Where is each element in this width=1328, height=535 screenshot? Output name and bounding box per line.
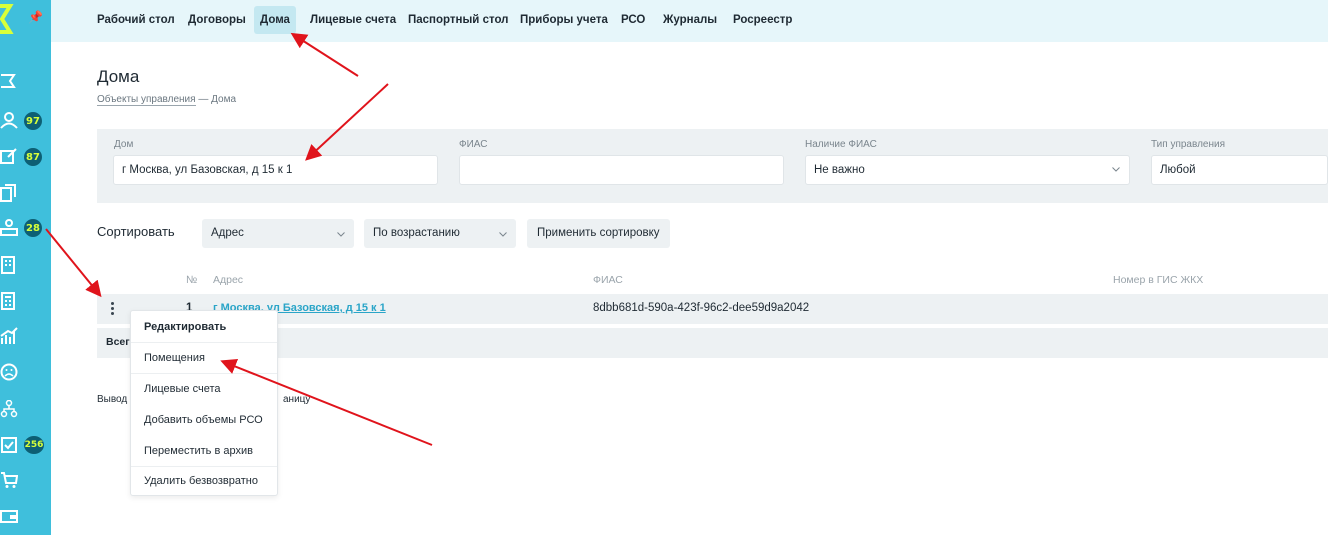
- sidebar-item-chart[interactable]: [0, 327, 20, 349]
- page-title: Дома: [97, 67, 140, 86]
- chevron-down-icon: [499, 232, 507, 237]
- chevron-down-icon: [337, 232, 345, 237]
- fias-presence-select[interactable]: Не важно: [805, 155, 1130, 185]
- flag-icon: [1, 74, 16, 88]
- building-icon: [1, 256, 15, 274]
- output-label-end: аницу: [283, 394, 311, 405]
- menu-item-premises[interactable]: Помещения: [144, 352, 205, 364]
- sidebar-item-cart[interactable]: [0, 471, 20, 493]
- sort-label: Сортировать: [97, 224, 175, 239]
- tasks-icon: [1, 437, 17, 453]
- badge-users: 97: [22, 110, 44, 132]
- menu-divider: [131, 342, 277, 343]
- sort-order-value: По возрастанию: [373, 227, 460, 239]
- pin-icon[interactable]: 📌: [28, 10, 43, 24]
- sad-face-icon: [0, 363, 18, 381]
- fias-filter-label: ФИАС: [459, 139, 488, 150]
- column-header-number[interactable]: №: [186, 274, 197, 286]
- sidebar-item-wallet[interactable]: [0, 507, 20, 529]
- sort-field-value: Адрес: [211, 227, 244, 239]
- table-total-row: [97, 328, 1328, 358]
- badge-person-desk: 28: [22, 217, 44, 239]
- breadcrumb: Объекты управления — Дома: [97, 94, 237, 106]
- logo-icon: [0, 4, 14, 34]
- nav-item-rso[interactable]: РСО: [615, 6, 651, 34]
- sidebar-item-tasks[interactable]: [0, 435, 20, 457]
- calculator-icon: [1, 292, 15, 310]
- badge-tasks: 256: [22, 434, 46, 456]
- sort-order-select[interactable]: По возрастанию: [364, 219, 516, 248]
- cart-icon: [1, 472, 18, 488]
- fias-filter-input[interactable]: [459, 155, 784, 185]
- sidebar-item-calculator[interactable]: [0, 292, 20, 314]
- house-filter-label: Дом: [114, 139, 134, 150]
- breadcrumb-current: Дома: [211, 94, 237, 105]
- sidebar: 📌 97 87 28 256: [0, 0, 51, 535]
- column-header-gis[interactable]: Номер в ГИС ЖКХ: [1113, 274, 1203, 286]
- fias-presence-value: Не важно: [814, 164, 865, 176]
- row-actions-icon[interactable]: [110, 302, 116, 316]
- menu-item-accounts[interactable]: Лицевые счета: [144, 383, 220, 395]
- hierarchy-icon: [0, 400, 18, 418]
- documents-icon: [0, 184, 16, 202]
- menu-item-delete[interactable]: Удалить безвозвратно: [144, 475, 258, 487]
- sidebar-item-person-desk[interactable]: [0, 219, 20, 241]
- house-filter-input[interactable]: г Москва, ул Базовская, д 15 к 1: [113, 155, 438, 185]
- users-icon: [0, 112, 18, 129]
- nav-item-journals[interactable]: Журналы: [657, 6, 723, 34]
- column-header-address[interactable]: Адрес: [213, 274, 243, 286]
- arrow-to-row-actions: [45, 228, 102, 298]
- nav-item-accounts[interactable]: Лицевые счета: [304, 6, 402, 34]
- breadcrumb-separator: —: [198, 94, 209, 105]
- sidebar-item-documents[interactable]: [0, 184, 20, 206]
- sidebar-item-flag[interactable]: [0, 73, 20, 95]
- sidebar-item-building[interactable]: [0, 256, 20, 278]
- wallet-icon: [0, 510, 18, 523]
- nav-item-rosreestr[interactable]: Росреестр: [727, 6, 798, 34]
- person-desk-icon: [0, 219, 18, 236]
- apply-sort-button[interactable]: Применить сортировку: [527, 219, 670, 248]
- edit-icon: [0, 148, 17, 164]
- nav-item-contracts[interactable]: Договоры: [182, 6, 252, 34]
- menu-item-archive[interactable]: Переместить в архив: [144, 445, 253, 457]
- nav-item-passport-office[interactable]: Паспортный стол: [402, 6, 515, 34]
- nav-item-houses[interactable]: Дома: [254, 6, 296, 34]
- nav-item-desktop[interactable]: Рабочий стол: [91, 6, 181, 34]
- menu-item-edit[interactable]: Редактировать: [144, 321, 226, 333]
- sidebar-item-edit[interactable]: [0, 147, 20, 169]
- sidebar-item-hierarchy[interactable]: [0, 400, 20, 422]
- chevron-down-icon: [1112, 167, 1120, 172]
- output-label: Вывод: [97, 394, 128, 405]
- sidebar-item-users[interactable]: [0, 111, 20, 133]
- menu-divider: [131, 373, 277, 374]
- sidebar-item-sad-face[interactable]: [0, 363, 20, 385]
- menu-divider: [131, 466, 277, 467]
- row-context-menu: Редактировать Помещения Лицевые счета До…: [130, 310, 278, 496]
- column-header-fias[interactable]: ФИАС: [593, 274, 623, 286]
- row-fias: 8dbb681d-590a-423f-96c2-dee59d9a2042: [593, 302, 810, 314]
- menu-item-add-rso-volumes[interactable]: Добавить объемы РСО: [144, 414, 263, 426]
- management-type-select[interactable]: Любой: [1151, 155, 1328, 185]
- nav-item-meters[interactable]: Приборы учета: [514, 6, 614, 34]
- fias-presence-label: Наличие ФИАС: [805, 139, 877, 150]
- sort-field-select[interactable]: Адрес: [202, 219, 354, 248]
- management-type-label: Тип управления: [1151, 139, 1225, 150]
- badge-edit: 87: [22, 146, 44, 168]
- breadcrumb-link[interactable]: Объекты управления: [97, 94, 196, 106]
- chart-icon: [0, 327, 18, 344]
- total-label: Всег: [106, 336, 130, 348]
